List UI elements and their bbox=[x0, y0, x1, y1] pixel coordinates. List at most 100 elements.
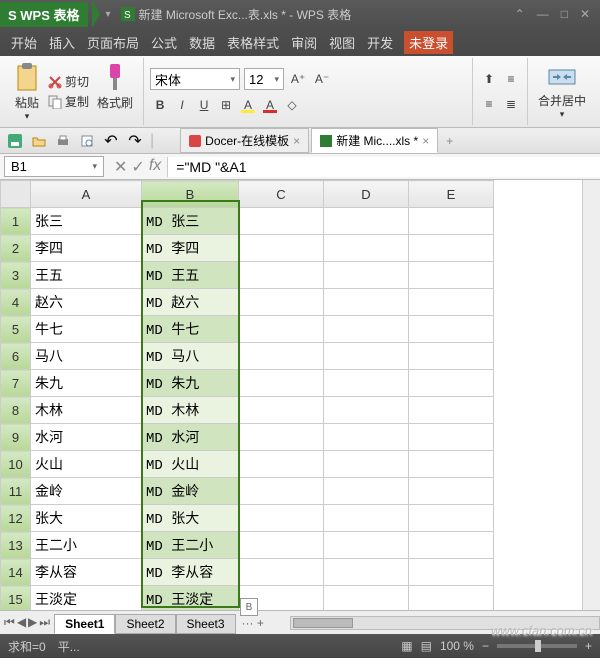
cell[interactable] bbox=[409, 397, 494, 424]
cell[interactable]: MD 马八 bbox=[142, 343, 239, 370]
sheet-tab-1[interactable]: Sheet1 bbox=[54, 614, 115, 634]
cell[interactable] bbox=[324, 370, 409, 397]
doc-tab-current[interactable]: 新建 Mic....xls *× bbox=[311, 128, 438, 153]
cell[interactable] bbox=[324, 208, 409, 235]
cell[interactable]: MD 水河 bbox=[142, 424, 239, 451]
row-header[interactable]: 4 bbox=[1, 289, 31, 316]
cell[interactable] bbox=[324, 478, 409, 505]
cell[interactable]: MD 牛七 bbox=[142, 316, 239, 343]
col-header-d[interactable]: D bbox=[324, 181, 409, 208]
next-sheet-icon[interactable]: ▶ bbox=[28, 615, 37, 630]
cell[interactable] bbox=[409, 532, 494, 559]
sheet-tab-3[interactable]: Sheet3 bbox=[176, 614, 236, 634]
cell[interactable]: 王五 bbox=[31, 262, 142, 289]
fx-icon[interactable]: fx bbox=[149, 157, 161, 177]
border-button[interactable]: ⊞ bbox=[216, 95, 236, 115]
row-header[interactable]: 2 bbox=[1, 235, 31, 262]
cell[interactable] bbox=[409, 451, 494, 478]
cell[interactable] bbox=[409, 505, 494, 532]
cell[interactable]: MD 王五 bbox=[142, 262, 239, 289]
cell[interactable]: MD 李从容 bbox=[142, 559, 239, 586]
cell[interactable]: 赵六 bbox=[31, 289, 142, 316]
row-header[interactable]: 11 bbox=[1, 478, 31, 505]
align-top-icon[interactable]: ⬆ bbox=[479, 69, 499, 89]
save-icon[interactable] bbox=[6, 132, 24, 150]
tab-close-icon[interactable]: × bbox=[293, 134, 300, 148]
row-header[interactable]: 3 bbox=[1, 262, 31, 289]
select-all-corner[interactable] bbox=[1, 181, 31, 208]
cell[interactable]: 火山 bbox=[31, 451, 142, 478]
bold-button[interactable]: B bbox=[150, 95, 170, 115]
cell[interactable]: MD 王二小 bbox=[142, 532, 239, 559]
cell[interactable] bbox=[324, 316, 409, 343]
clear-format-icon[interactable]: ◇ bbox=[282, 95, 302, 115]
cell[interactable]: MD 金岭 bbox=[142, 478, 239, 505]
cell[interactable] bbox=[239, 208, 324, 235]
row-header[interactable]: 14 bbox=[1, 559, 31, 586]
new-tab-icon[interactable]: + bbox=[440, 134, 459, 148]
first-sheet-icon[interactable]: ⏮ bbox=[4, 615, 15, 630]
menu-start[interactable]: 开始 bbox=[6, 31, 42, 54]
cell[interactable] bbox=[409, 559, 494, 586]
row-header[interactable]: 7 bbox=[1, 370, 31, 397]
cell[interactable]: MD 朱九 bbox=[142, 370, 239, 397]
cell[interactable] bbox=[409, 289, 494, 316]
cell[interactable] bbox=[324, 235, 409, 262]
print-icon[interactable] bbox=[54, 132, 72, 150]
accept-formula-icon[interactable]: ✓ bbox=[131, 157, 144, 177]
cell[interactable]: MD 赵六 bbox=[142, 289, 239, 316]
prev-sheet-icon[interactable]: ◀ bbox=[17, 615, 26, 630]
cell[interactable] bbox=[409, 370, 494, 397]
cell[interactable]: 牛七 bbox=[31, 316, 142, 343]
fill-color-button[interactable]: A bbox=[238, 95, 258, 115]
cell[interactable] bbox=[324, 532, 409, 559]
row-header[interactable]: 9 bbox=[1, 424, 31, 451]
row-header[interactable]: 6 bbox=[1, 343, 31, 370]
cell[interactable] bbox=[239, 370, 324, 397]
cell[interactable] bbox=[324, 424, 409, 451]
cell[interactable]: 王淡定 bbox=[31, 586, 142, 611]
tab-close-icon[interactable]: × bbox=[422, 134, 429, 148]
menu-page-layout[interactable]: 页面布局 bbox=[82, 31, 144, 54]
merge-center-button[interactable]: 合并居中▾ bbox=[534, 64, 590, 120]
italic-button[interactable]: I bbox=[172, 95, 192, 115]
paste-button[interactable]: 粘贴▾ bbox=[10, 62, 44, 122]
font-name-select[interactable]: 宋体▾ bbox=[150, 68, 240, 90]
row-header[interactable]: 12 bbox=[1, 505, 31, 532]
menu-insert[interactable]: 插入 bbox=[44, 31, 80, 54]
cell[interactable] bbox=[409, 586, 494, 611]
row-header[interactable]: 10 bbox=[1, 451, 31, 478]
font-color-button[interactable]: A bbox=[260, 95, 280, 115]
view-normal-icon[interactable]: ▦ bbox=[401, 639, 412, 653]
cell[interactable] bbox=[324, 451, 409, 478]
menu-review[interactable]: 审阅 bbox=[286, 31, 322, 54]
overflow-icon[interactable]: ⌃ bbox=[515, 7, 525, 21]
cell[interactable] bbox=[324, 343, 409, 370]
cell[interactable] bbox=[239, 505, 324, 532]
cell[interactable]: 朱九 bbox=[31, 370, 142, 397]
cell[interactable] bbox=[409, 424, 494, 451]
formula-input[interactable]: ="MD "&A1 bbox=[167, 157, 600, 177]
zoom-value[interactable]: 100 % bbox=[440, 639, 474, 653]
zoom-out-icon[interactable]: − bbox=[482, 639, 489, 653]
undo-icon[interactable]: ↶ bbox=[102, 132, 120, 150]
cell[interactable] bbox=[324, 262, 409, 289]
view-page-icon[interactable]: ▤ bbox=[421, 639, 432, 653]
cell[interactable] bbox=[239, 235, 324, 262]
cell[interactable]: MD 张大 bbox=[142, 505, 239, 532]
vertical-scrollbar[interactable] bbox=[582, 180, 600, 610]
cell[interactable]: 张三 bbox=[31, 208, 142, 235]
cell[interactable] bbox=[239, 424, 324, 451]
redo-icon[interactable]: ↷ bbox=[126, 132, 144, 150]
print-preview-icon[interactable] bbox=[78, 132, 96, 150]
row-header[interactable]: 5 bbox=[1, 316, 31, 343]
align-center-icon[interactable]: ≣ bbox=[501, 94, 521, 114]
cell[interactable] bbox=[239, 397, 324, 424]
menu-formulas[interactable]: 公式 bbox=[146, 31, 182, 54]
app-menu-dropdown-icon[interactable]: ▾ bbox=[106, 9, 111, 20]
zoom-slider[interactable] bbox=[497, 644, 577, 648]
cell[interactable] bbox=[239, 451, 324, 478]
format-painter-button[interactable]: 格式刷 bbox=[93, 62, 137, 122]
col-header-b[interactable]: B bbox=[142, 181, 239, 208]
menu-developer[interactable]: 开发 bbox=[362, 31, 398, 54]
